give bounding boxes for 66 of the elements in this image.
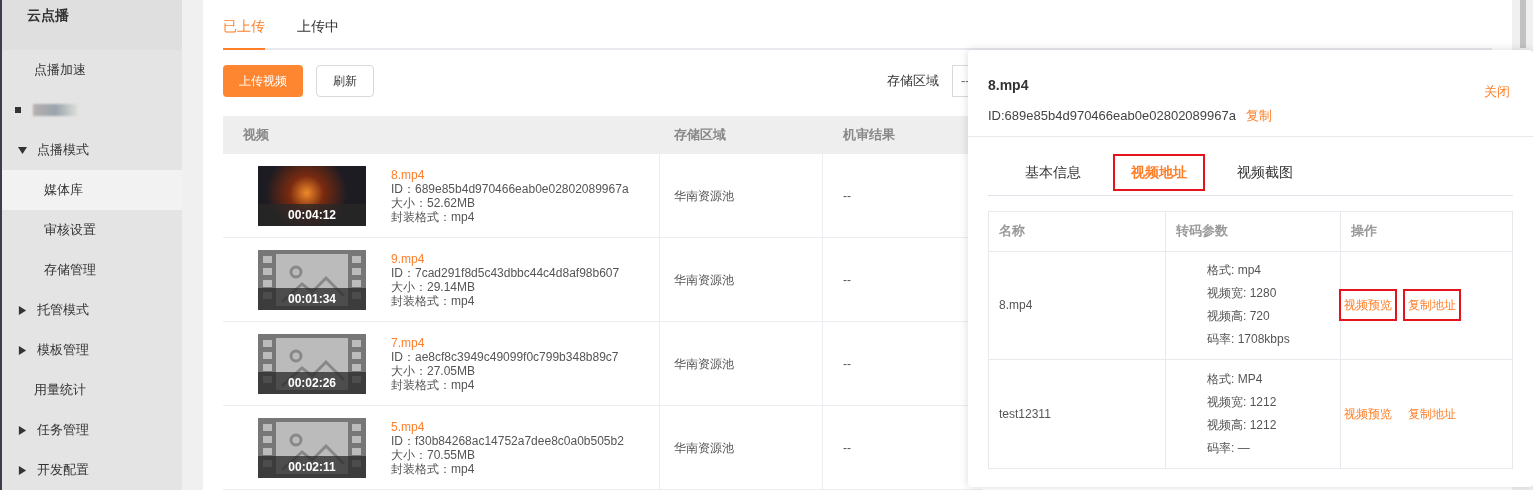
table-cell-text: -- — [843, 439, 851, 457]
video-id-text: ID：ae8cf8c3949c49099f0c799b348b89c7 — [391, 349, 619, 364]
duration-label: 00:04:12 — [258, 203, 366, 226]
table-cell-text: 华南资源池 — [674, 355, 734, 373]
refresh-button[interactable]: 刷新 — [316, 65, 374, 97]
scrollbar-thumb[interactable] — [1519, 0, 1526, 48]
panel-tab[interactable]: 基本信息 — [1007, 153, 1099, 191]
video-size-text: 大小：29.14MB — [391, 279, 477, 294]
column-header: 机审结果 — [841, 126, 896, 145]
panel-tab[interactable]: 视频截图 — [1219, 153, 1311, 191]
caret-right-icon — [18, 425, 27, 435]
table-cell-text: -- — [843, 355, 851, 373]
duration-label: 00:01:34 — [258, 287, 366, 310]
sidebar-subitem[interactable]: 审核设置 — [2, 210, 182, 250]
table-cell-text: 8.mp4 — [999, 297, 1033, 314]
transcode-param-text: 格式: MP4 — [1207, 370, 1264, 388]
table-cell-text: -- — [843, 271, 851, 289]
transcode-param-text: 视频宽: 1280 — [1207, 285, 1278, 302]
sidebar-item[interactable]: 任务管理 — [2, 410, 182, 450]
table-cell-text: 华南资源池 — [674, 187, 734, 205]
video-format-text: 封装格式：mp4 — [391, 209, 476, 224]
table-cell-text: test12311 — [999, 405, 1051, 423]
caret-down-icon — [18, 145, 27, 155]
video-id-text: ID：f30b84268ac14752a7dee8c0a0b505b2 — [391, 433, 624, 448]
sidebar-item[interactable]: 点播加速 — [2, 50, 182, 90]
video-format-text: 封装格式：mp4 — [391, 461, 476, 476]
sidebar-subitem[interactable]: 媒体库 — [2, 170, 182, 210]
sidebar-item[interactable]: 点播模式 — [2, 130, 182, 170]
sidebar-item[interactable]: 模板管理 — [2, 330, 182, 370]
video-size-text: 大小：52.62MB — [391, 195, 477, 210]
sidebar-title: 云点播 — [27, 6, 69, 25]
transcode-param-text: 格式: mp4 — [1207, 262, 1262, 279]
transcode-param-text: 视频高: 720 — [1207, 308, 1271, 325]
column-header: 操作 — [1350, 222, 1378, 241]
video-size-text: 大小：70.55MB — [391, 447, 477, 462]
sidebar-subitem[interactable]: 存储管理 — [2, 250, 182, 290]
sidebar-item[interactable]: 开发配置 — [2, 450, 182, 490]
column-header: 名称 — [989, 211, 1166, 251]
square-bullet-icon — [15, 107, 21, 113]
transcode-param-text: 视频宽: 1212 — [1207, 393, 1278, 411]
panel-id-text: ID:689e85b4d970466eab0e02802089967a — [988, 107, 1236, 125]
region-label: 存储区域 — [887, 72, 939, 91]
sidebar-item[interactable]: 托管模式 — [2, 290, 182, 330]
transcode-param-text: 码率: 1708kbps — [1207, 331, 1291, 348]
panel-title: 8.mp4 — [988, 76, 1030, 95]
video-size-text: 大小：27.05MB — [391, 363, 477, 378]
table-cell-text: -- — [843, 187, 851, 205]
column-header: 存储区域 — [673, 126, 727, 145]
video-id-text: ID：7cad291f8d5c43dbbc44c4d8af98b607 — [391, 265, 620, 280]
sidebar-item[interactable]: 用量统计 — [2, 370, 182, 410]
column-header: 视频 — [242, 126, 270, 145]
transcode-param-text: 码率: — — [1207, 439, 1251, 457]
video-format-text: 封装格式：mp4 — [391, 377, 476, 392]
caret-right-icon — [18, 465, 27, 475]
transcode-param-text: 视频高: 1212 — [1207, 416, 1278, 434]
table-cell-text: 华南资源池 — [674, 439, 734, 457]
tab[interactable]: 上传中 — [297, 0, 339, 50]
table-cell-text: 华南资源池 — [674, 271, 734, 289]
video-id-text: ID：689e85b4d970466eab0e02802089967a — [391, 181, 629, 196]
column-header: 转码参数 — [1166, 211, 1341, 251]
caret-right-icon — [18, 345, 27, 355]
video-format-text: 封装格式：mp4 — [391, 293, 476, 308]
duration-label: 00:02:11 — [258, 455, 366, 478]
caret-right-icon — [18, 305, 27, 315]
duration-label: 00:02:26 — [258, 371, 366, 394]
blurred-label-drawing — [33, 104, 78, 116]
